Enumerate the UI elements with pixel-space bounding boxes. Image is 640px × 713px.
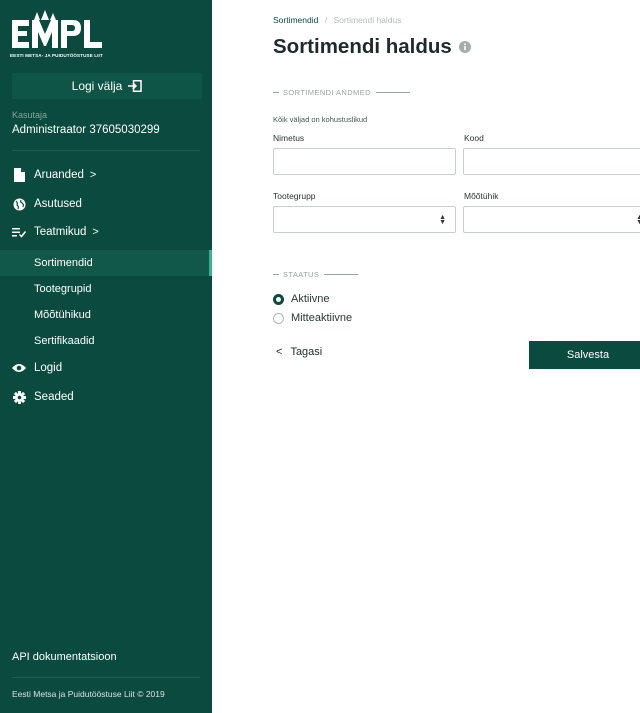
logo: EESTI METSA- JA PUIDUTÖÖSTUSE LIIT [10,10,120,62]
chevron-right-icon: > [89,169,97,181]
sidebar-subitem-sortimendid[interactable]: Sortimendid [0,250,212,276]
sidebar-subitem-mootuhikud[interactable]: Mõõtühikud [0,302,212,328]
radio-selected-indicator [273,293,284,305]
logout-icon [128,80,143,92]
section-dash [273,274,279,275]
sidebar-divider [12,150,200,151]
sidebar-item-aruanded[interactable]: Aruanded > [0,162,212,188]
back-label: Tagasi [290,346,323,358]
page-title-wrap: Sortimendi haldus [273,35,471,59]
main-content: Sortimendid / Sortimendi haldus Sortimen… [212,0,640,713]
section-line [375,92,410,93]
list-check-icon [12,225,26,239]
page-title: Sortimendi haldus [273,35,452,58]
status-radio-inactive[interactable]: Mitteaktiivne [273,312,352,324]
breadcrumb-separator: / [324,15,328,25]
sidebar-subitem-tootegrupid[interactable]: Tootegrupid [0,276,212,302]
sidebar-subitem-sertifikaadid[interactable]: Sertifikaadid [0,328,212,354]
name-field-label: Nimetus [273,133,305,143]
info-icon[interactable] [458,35,471,59]
group-select[interactable]: ▲ ▼ [273,206,456,233]
code-input[interactable] [463,148,640,175]
section-title: STAATUS [283,270,320,279]
chevron-left-icon: < [276,346,283,358]
user-name: Administraator 37605030299 [12,124,160,136]
section-title: SORTIMENDI ANDMED [283,88,371,97]
sidebar-item-asutused[interactable]: Asutused [0,191,212,217]
sidebar-subitem-label: Mõõtühikud [34,309,91,321]
sidebar-subitem-label: Sortimendid [34,257,93,269]
section-header-status: STAATUS [273,270,359,279]
save-button[interactable]: Salvesta [529,341,640,369]
logo-subtitle: EESTI METSA- JA PUIDUTÖÖSTUSE LIIT [10,53,103,58]
sidebar-item-label: Teatmikud [34,226,87,238]
sidebar-item-label: Asutused [34,198,82,210]
unit-field-label: Mõõtühik [464,191,499,201]
select-caret-icon: ▲ ▼ [636,214,640,226]
api-docs-link[interactable]: API dokumentatsioon [12,651,117,663]
breadcrumb-current: Sortimendi haldus [333,15,402,25]
sidebar-item-label: Seaded [34,391,74,403]
back-button[interactable]: < Tagasi [276,346,322,358]
sidebar-footer: Eesti Metsa ja Puidutööstuse Liit © 2019 [12,689,165,699]
section-line [324,274,359,275]
breadcrumb: Sortimendid / Sortimendi haldus [273,15,402,25]
user-label: Kasutaja [12,110,48,120]
code-field-label: Kood [464,133,484,143]
unit-select[interactable]: ▲ ▼ [463,206,640,233]
globe-icon [12,197,26,211]
sidebar-divider [12,677,200,678]
breadcrumb-link[interactable]: Sortimendid [273,15,318,25]
radio-label: Aktiivne [291,293,330,305]
save-label: Salvesta [566,349,610,361]
select-caret-icon: ▲ ▼ [439,214,446,226]
logout-button[interactable]: Logi välja [12,73,202,99]
section-dash [273,92,279,93]
app-root: EESTI METSA- JA PUIDUTÖÖSTUSE LIIT Logi … [0,0,640,713]
logo-mark [12,10,102,48]
name-input[interactable] [273,148,456,175]
chevron-right-icon: > [92,226,99,238]
radio-label: Mitteaktiivne [291,312,353,324]
sidebar-item-label: Aruanded [34,169,84,181]
sidebar-subitem-label: Tootegrupid [34,283,92,295]
gear-icon [12,390,26,404]
eye-icon [12,361,26,375]
section-header-details: SORTIMENDI ANDMED [273,88,410,97]
sidebar-item-teatmikud[interactable]: Teatmikud > [0,219,212,245]
status-radio-active[interactable]: Aktiivne [273,293,330,305]
group-field-label: Tootegrupp [273,191,316,201]
required-note: Kõik väljad on kohustuslikud [273,115,368,124]
sidebar-item-logid[interactable]: Logid [0,355,212,381]
sidebar: EESTI METSA- JA PUIDUTÖÖSTUSE LIIT Logi … [0,0,212,713]
sidebar-item-seaded[interactable]: Seaded [0,384,212,410]
sidebar-subitem-label: Sertifikaadid [34,335,95,347]
logout-label: Logi välja [71,79,123,93]
sidebar-item-label: Logid [34,362,63,374]
radio-indicator [273,312,284,324]
file-icon [12,168,26,182]
